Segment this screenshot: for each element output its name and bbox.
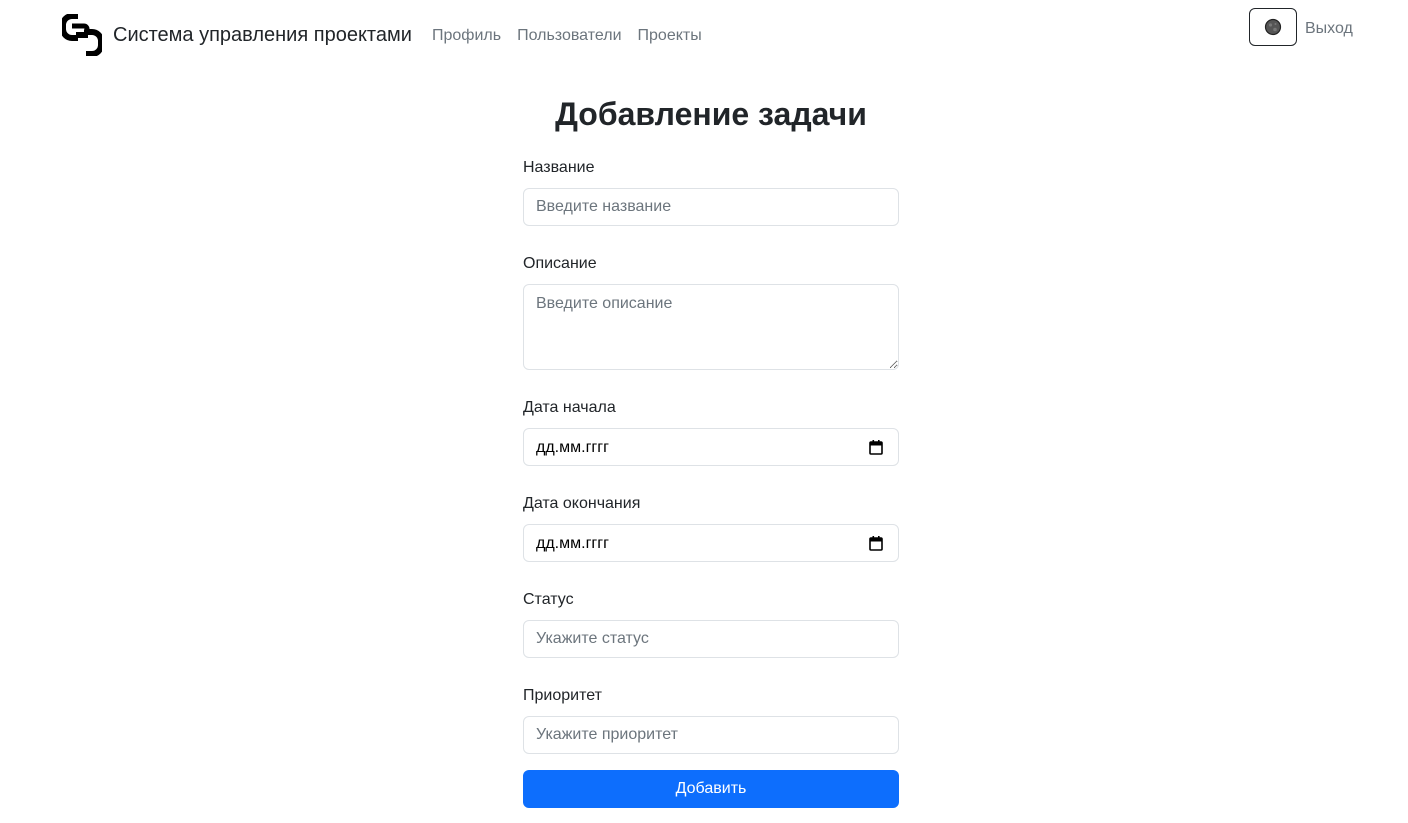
brand-link[interactable]: Система управления проектами [62,14,412,56]
page-title: Добавление задачи [555,96,867,132]
name-field-group: Название [523,158,899,226]
end-date-label: Дата окончания [523,495,641,512]
add-task-button[interactable]: Добавить [523,770,899,808]
add-task-form: Название Описание Дата начала дд.мм.гггг… [523,158,899,808]
start-date-field-group: Дата начала дд.мм.гггг [523,398,899,466]
theme-toggle-icon [1264,18,1282,36]
description-field-group: Описание [523,254,899,370]
description-label: Описание [523,255,597,272]
calendar-icon[interactable] [869,536,883,551]
end-date-input[interactable]: дд.мм.гггг [523,524,899,562]
status-input[interactable] [523,620,899,658]
navbar: Система управления проектами Профиль Пол… [0,0,1408,72]
status-label: Статус [523,591,574,608]
nav-link-profile[interactable]: Профиль [424,26,509,46]
calendar-icon[interactable] [869,440,883,455]
brand-title: Система управления проектами [113,24,412,46]
start-date-label: Дата начала [523,399,616,416]
end-date-field-group: Дата окончания дд.мм.гггг [523,494,899,562]
nav-link-projects[interactable]: Проекты [630,26,710,46]
logout-link[interactable]: Выход [1305,19,1353,39]
brand-logo-icon [62,14,102,56]
priority-field-group: Приоритет [523,686,899,754]
nav-links: Профиль Пользователи Проекты [424,26,710,46]
start-date-value: дд.мм.гггг [536,439,609,456]
priority-label: Приоритет [523,687,602,704]
end-date-value: дд.мм.гггг [536,535,609,552]
start-date-input[interactable]: дд.мм.гггг [523,428,899,466]
description-textarea[interactable] [523,284,899,370]
status-field-group: Статус [523,590,899,658]
name-input[interactable] [523,188,899,226]
nav-link-users[interactable]: Пользователи [509,26,629,46]
theme-toggle-button[interactable] [1249,8,1297,46]
name-label: Название [523,159,595,176]
priority-input[interactable] [523,716,899,754]
